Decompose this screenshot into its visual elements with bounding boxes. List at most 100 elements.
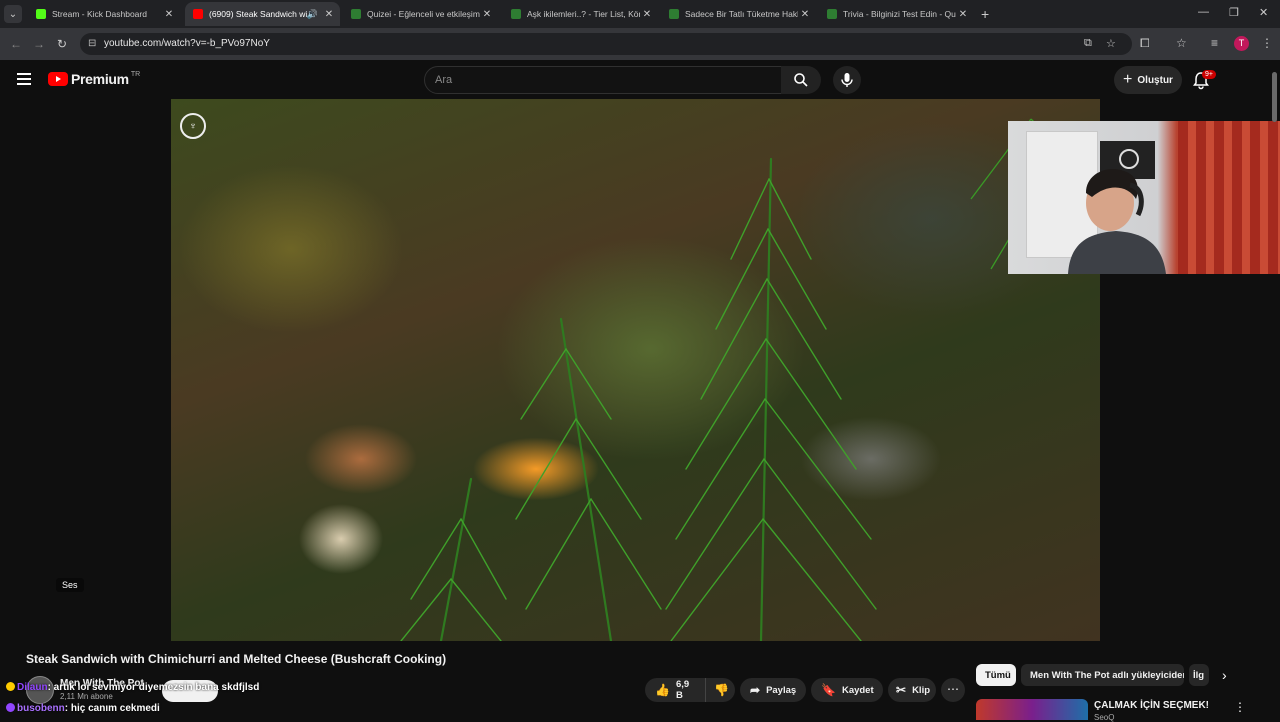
browser-tab[interactable]: Quizei - Eğlenceli ve etkileşimli ✕ xyxy=(343,2,498,26)
close-tab-icon[interactable]: ✕ xyxy=(322,9,336,20)
like-count: 6,9 B xyxy=(675,679,690,701)
thumbs-down-icon: 👎 xyxy=(714,683,729,697)
close-tab-icon[interactable]: ✕ xyxy=(798,9,812,20)
webcam-overlay xyxy=(1008,121,1280,274)
bookmark-star-icon[interactable]: ☆ xyxy=(1106,37,1116,50)
browser-tab[interactable]: Trivia - Bilginizi Test Edin - Quiz ✕ xyxy=(819,2,974,26)
chevron-right-icon[interactable]: › xyxy=(1222,667,1227,683)
url-text: youtube.com/watch?v=-b_PVo97NoY xyxy=(104,38,270,49)
recommendation-channel: SeoQ xyxy=(1094,713,1115,722)
tab-title: Stream - Kick Dashboard xyxy=(52,9,147,19)
video-title: Steak Sandwich with Chimichurri and Melt… xyxy=(26,652,447,666)
profile-avatar[interactable]: T xyxy=(1234,36,1249,51)
channel-subscriber-count: 2,11 Mn abone xyxy=(60,692,113,701)
dislike-button[interactable]: 👎 xyxy=(705,678,735,702)
create-label: Oluştur xyxy=(1137,74,1173,86)
tab-title: (6909) Steak Sandwich with xyxy=(209,9,307,19)
new-tab-button[interactable]: + xyxy=(981,6,989,22)
browser-tab-strip: ⌄ Stream - Kick Dashboard ✕ (6909) Steak… xyxy=(0,0,1280,28)
voice-search-button[interactable] xyxy=(833,66,861,94)
share-button[interactable]: ➦ Paylaş xyxy=(740,678,806,702)
video-player[interactable]: ♆ xyxy=(171,99,1100,641)
more-actions-icon[interactable]: ⋯ xyxy=(941,678,965,702)
bookmark-icon: 🔖 xyxy=(821,683,836,697)
youtube-header: Premium TR Ara + Oluştur xyxy=(0,60,1280,149)
share-label: Paylaş xyxy=(766,684,797,696)
cast-icon[interactable]: ⧉ xyxy=(1084,37,1092,50)
notification-badge: 9+ xyxy=(1202,70,1216,79)
close-tab-icon[interactable]: ✕ xyxy=(480,9,494,20)
reload-icon[interactable]: ↻ xyxy=(57,37,67,51)
youtube-logo[interactable]: Premium TR xyxy=(48,71,140,87)
plus-icon: + xyxy=(1123,71,1133,88)
window-close-icon[interactable]: ✕ xyxy=(1259,6,1268,19)
forward-icon[interactable]: → xyxy=(33,37,45,51)
webcam-background-curtain xyxy=(1178,121,1280,274)
youtube-favicon-icon xyxy=(193,9,203,19)
site-info-icon[interactable]: ⊟ xyxy=(88,38,96,49)
country-code: TR xyxy=(130,70,141,78)
youtube-play-logo-icon xyxy=(48,72,68,86)
tab-title: Trivia - Bilginizi Test Edin - Quiz xyxy=(843,9,956,19)
chip-uploader[interactable]: Men With The Pot adlı yükleyiciden xyxy=(1021,664,1184,686)
chat-message: busobenn: hiç canım cekmedi xyxy=(6,703,160,714)
tab-title: Aşk ikilemleri..? - Tier List, Kör S xyxy=(527,9,640,19)
clip-label: Klip xyxy=(912,684,931,696)
quiz-favicon-icon xyxy=(351,9,361,19)
address-bar[interactable]: ⊟ youtube.com/watch?v=-b_PVo97NoY ⧉ ☆ xyxy=(80,33,1132,55)
search-input[interactable]: Ara xyxy=(424,66,782,94)
reading-list-icon[interactable]: ≡ xyxy=(1211,36,1218,50)
page-scrollbar[interactable] xyxy=(1272,72,1277,122)
back-icon[interactable]: ← xyxy=(10,37,22,51)
search-button[interactable] xyxy=(781,66,821,94)
kick-favicon-icon xyxy=(36,9,46,19)
channel-watermark-icon[interactable]: ♆ xyxy=(180,113,206,139)
close-tab-icon[interactable]: ✕ xyxy=(956,9,970,20)
tab-search-button[interactable]: ⌄ xyxy=(4,5,22,23)
quiz-favicon-icon xyxy=(827,9,837,19)
tab-title: Sadece Bir Tatlı Tüketme Hakkı xyxy=(685,9,798,19)
search-icon xyxy=(794,73,808,87)
browser-tab[interactable]: Sadece Bir Tatlı Tüketme Hakkı ✕ xyxy=(661,2,816,26)
browser-tab[interactable]: Stream - Kick Dashboard ✕ xyxy=(28,2,180,26)
chat-text: : hiç canım cekmedi xyxy=(64,703,160,714)
browser-tab[interactable]: Aşk ikilemleri..? - Tier List, Kör S ✕ xyxy=(503,2,658,26)
close-tab-icon[interactable]: ✕ xyxy=(162,9,176,20)
browser-menu-icon[interactable]: ⋮ xyxy=(1261,36,1273,50)
microphone-icon xyxy=(841,73,853,87)
chip-related[interactable]: İlg xyxy=(1189,664,1209,686)
save-button[interactable]: 🔖 Kaydet xyxy=(811,678,883,702)
restore-icon[interactable]: ❐ xyxy=(1229,6,1239,19)
clip-button[interactable]: ✂ Klip xyxy=(888,678,936,702)
quiz-favicon-icon xyxy=(511,9,521,19)
create-button[interactable]: + Oluştur xyxy=(1114,66,1182,94)
chat-text: : artık loi sevmiyor diyemezsin bana skd… xyxy=(47,682,260,693)
streamer-figure xyxy=(1068,169,1166,274)
close-tab-icon[interactable]: ✕ xyxy=(640,9,654,20)
chat-badge-icon xyxy=(6,682,15,691)
chat-badge-icon xyxy=(6,703,15,712)
extensions-icon[interactable]: ⧠ xyxy=(1140,36,1150,51)
like-button[interactable]: 👍 6,9 B xyxy=(645,678,705,702)
recommendation-title[interactable]: ÇALMAK İÇİN SEÇMEK! xyxy=(1094,700,1209,711)
quiz-favicon-icon xyxy=(669,9,679,19)
tab-title: Quizei - Eğlenceli ve etkileşimli xyxy=(367,9,480,19)
recommendation-thumbnail[interactable] xyxy=(976,699,1088,720)
chat-message: Dilaun: artık loi sevmiyor diyemezsin ba… xyxy=(6,682,259,693)
chat-username: busobenn xyxy=(17,703,65,714)
recommendation-menu-icon[interactable]: ⋮ xyxy=(1234,700,1246,714)
speaker-icon[interactable]: 🔊 xyxy=(307,9,318,20)
save-label: Kaydet xyxy=(841,684,874,696)
browser-toolbar: ← → ↻ ⊟ youtube.com/watch?v=-b_PVo97NoY … xyxy=(0,28,1280,60)
hamburger-menu-icon[interactable] xyxy=(17,73,31,85)
chat-username: Dilaun xyxy=(17,682,48,693)
scissors-icon: ✂ xyxy=(896,683,907,697)
chip-all[interactable]: Tümü xyxy=(976,664,1016,686)
browser-tab-active[interactable]: (6909) Steak Sandwich with 🔊 ✕ xyxy=(185,2,340,26)
favorites-icon[interactable]: ☆ xyxy=(1176,36,1187,50)
video-frame-pine-branches xyxy=(400,118,1100,641)
minimize-icon[interactable]: — xyxy=(1198,6,1209,18)
search-placeholder: Ara xyxy=(435,74,453,86)
share-arrow-icon: ➦ xyxy=(750,683,761,697)
thumbs-up-icon: 👍 xyxy=(655,683,670,697)
